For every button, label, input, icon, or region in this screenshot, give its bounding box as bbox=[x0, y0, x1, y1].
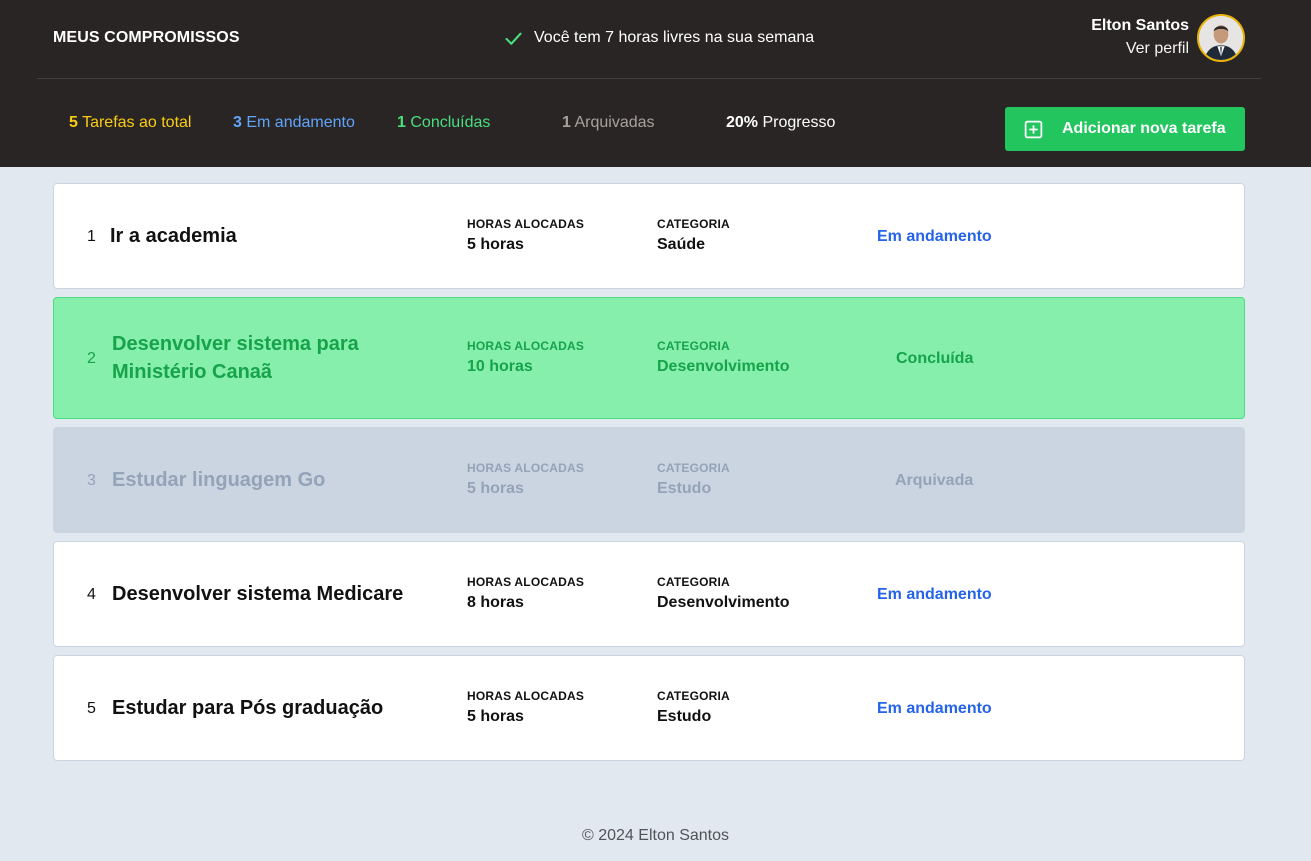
stat-in-progress-label: Em andamento bbox=[246, 114, 355, 131]
status-badge[interactable]: Em andamento bbox=[877, 700, 992, 718]
stat-archived: 1 Arquivadas bbox=[562, 114, 655, 132]
add-task-button[interactable]: Adicionar nova tarefa bbox=[1005, 107, 1245, 151]
hours-label: HORAS ALOCADAS bbox=[467, 339, 585, 353]
task-title: Ir a academia bbox=[110, 225, 237, 247]
status-badge[interactable]: Em andamento bbox=[877, 586, 992, 604]
free-hours-text: Você tem 7 horas livres na sua semana bbox=[534, 29, 815, 46]
avatar-image bbox=[1199, 16, 1243, 60]
task-row[interactable]: 1 Ir a academia HORAS ALOCADAS 5 horas C… bbox=[53, 183, 1245, 289]
task-number: 5 bbox=[87, 700, 96, 717]
hours-value: 8 horas bbox=[467, 594, 524, 611]
add-task-label: Adicionar nova tarefa bbox=[1062, 120, 1226, 137]
task-row[interactable]: 5 Estudar para Pós graduação HORAS ALOCA… bbox=[53, 655, 1245, 761]
stat-archived-count: 1 bbox=[562, 114, 571, 131]
task-number: 4 bbox=[87, 586, 96, 603]
task-title: Desenvolver sistema para bbox=[112, 333, 359, 355]
category-value: Desenvolvimento bbox=[657, 594, 790, 611]
stat-progress-label: Progresso bbox=[762, 114, 836, 131]
view-profile-link[interactable]: Ver perfil bbox=[1091, 37, 1189, 61]
stat-archived-label: Arquivadas bbox=[574, 114, 655, 131]
category-label: CATEGORIA bbox=[657, 575, 730, 589]
category-label: CATEGORIA bbox=[657, 217, 730, 231]
stat-done-count: 1 bbox=[397, 114, 406, 131]
user-profile[interactable]: Elton Santos Ver perfil bbox=[1091, 14, 1245, 62]
task-number: 3 bbox=[87, 472, 96, 489]
app-title: MEUS COMPROMISSOS bbox=[53, 29, 240, 46]
check-icon bbox=[505, 32, 522, 45]
task-title: Estudar linguagem Go bbox=[112, 469, 326, 491]
task-title: Desenvolver sistema Medicare bbox=[112, 583, 404, 605]
task-row[interactable]: 4 Desenvolver sistema Medicare HORAS ALO… bbox=[53, 541, 1245, 647]
task-title-line2: Ministério Canaã bbox=[112, 361, 273, 383]
top-header: MEUS COMPROMISSOS Você tem 7 horas livre… bbox=[0, 0, 1311, 167]
stat-total-count: 5 bbox=[69, 114, 78, 131]
plus-square-icon bbox=[1024, 120, 1043, 138]
task-row[interactable]: 3 Estudar linguagem Go HORAS ALOCADAS 5 … bbox=[53, 427, 1245, 533]
hours-value: 5 horas bbox=[467, 480, 524, 497]
hours-label: HORAS ALOCADAS bbox=[467, 689, 585, 703]
hours-label: HORAS ALOCADAS bbox=[467, 217, 585, 231]
stat-done-label: Concluídas bbox=[410, 114, 491, 131]
task-number: 1 bbox=[87, 228, 96, 245]
avatar[interactable] bbox=[1197, 14, 1245, 62]
category-value: Desenvolvimento bbox=[657, 358, 790, 375]
stat-in-progress-count: 3 bbox=[233, 114, 242, 131]
hours-value: 5 horas bbox=[467, 236, 524, 253]
category-label: CATEGORIA bbox=[657, 689, 730, 703]
hours-value: 5 horas bbox=[467, 708, 524, 725]
hours-label: HORAS ALOCADAS bbox=[467, 575, 585, 589]
category-value: Estudo bbox=[657, 480, 712, 497]
stat-in-progress: 3 Em andamento bbox=[233, 114, 355, 132]
header-divider bbox=[37, 78, 1261, 79]
category-value: Saúde bbox=[657, 236, 706, 253]
user-name: Elton Santos bbox=[1091, 17, 1189, 34]
category-label: CATEGORIA bbox=[657, 461, 730, 475]
task-number: 2 bbox=[87, 350, 96, 367]
stat-done: 1 Concluídas bbox=[397, 114, 490, 132]
stat-total: 5 Tarefas ao total bbox=[69, 114, 191, 132]
free-hours-notice: Você tem 7 horas livres na sua semana bbox=[503, 28, 814, 48]
task-row[interactable]: 2 Desenvolver sistema para Ministério Ca… bbox=[53, 297, 1245, 419]
status-badge[interactable]: Arquivada bbox=[895, 472, 973, 490]
status-badge[interactable]: Concluída bbox=[896, 350, 973, 368]
task-title: Estudar para Pós graduação bbox=[112, 697, 384, 719]
footer-copyright: © 2024 Elton Santos bbox=[582, 827, 729, 844]
hours-value: 10 horas bbox=[467, 358, 533, 375]
stat-progress-value: 20% bbox=[726, 114, 759, 131]
stat-progress: 20% Progresso bbox=[726, 114, 835, 132]
status-badge[interactable]: Em andamento bbox=[877, 228, 992, 246]
profile-text: Elton Santos Ver perfil bbox=[1091, 15, 1189, 61]
category-label: CATEGORIA bbox=[657, 339, 730, 353]
stat-total-label: Tarefas ao total bbox=[82, 114, 192, 131]
stats-bar: 5 Tarefas ao total 3 Em andamento 1 Conc… bbox=[0, 114, 900, 134]
hours-label: HORAS ALOCADAS bbox=[467, 461, 585, 475]
category-value: Estudo bbox=[657, 708, 712, 725]
